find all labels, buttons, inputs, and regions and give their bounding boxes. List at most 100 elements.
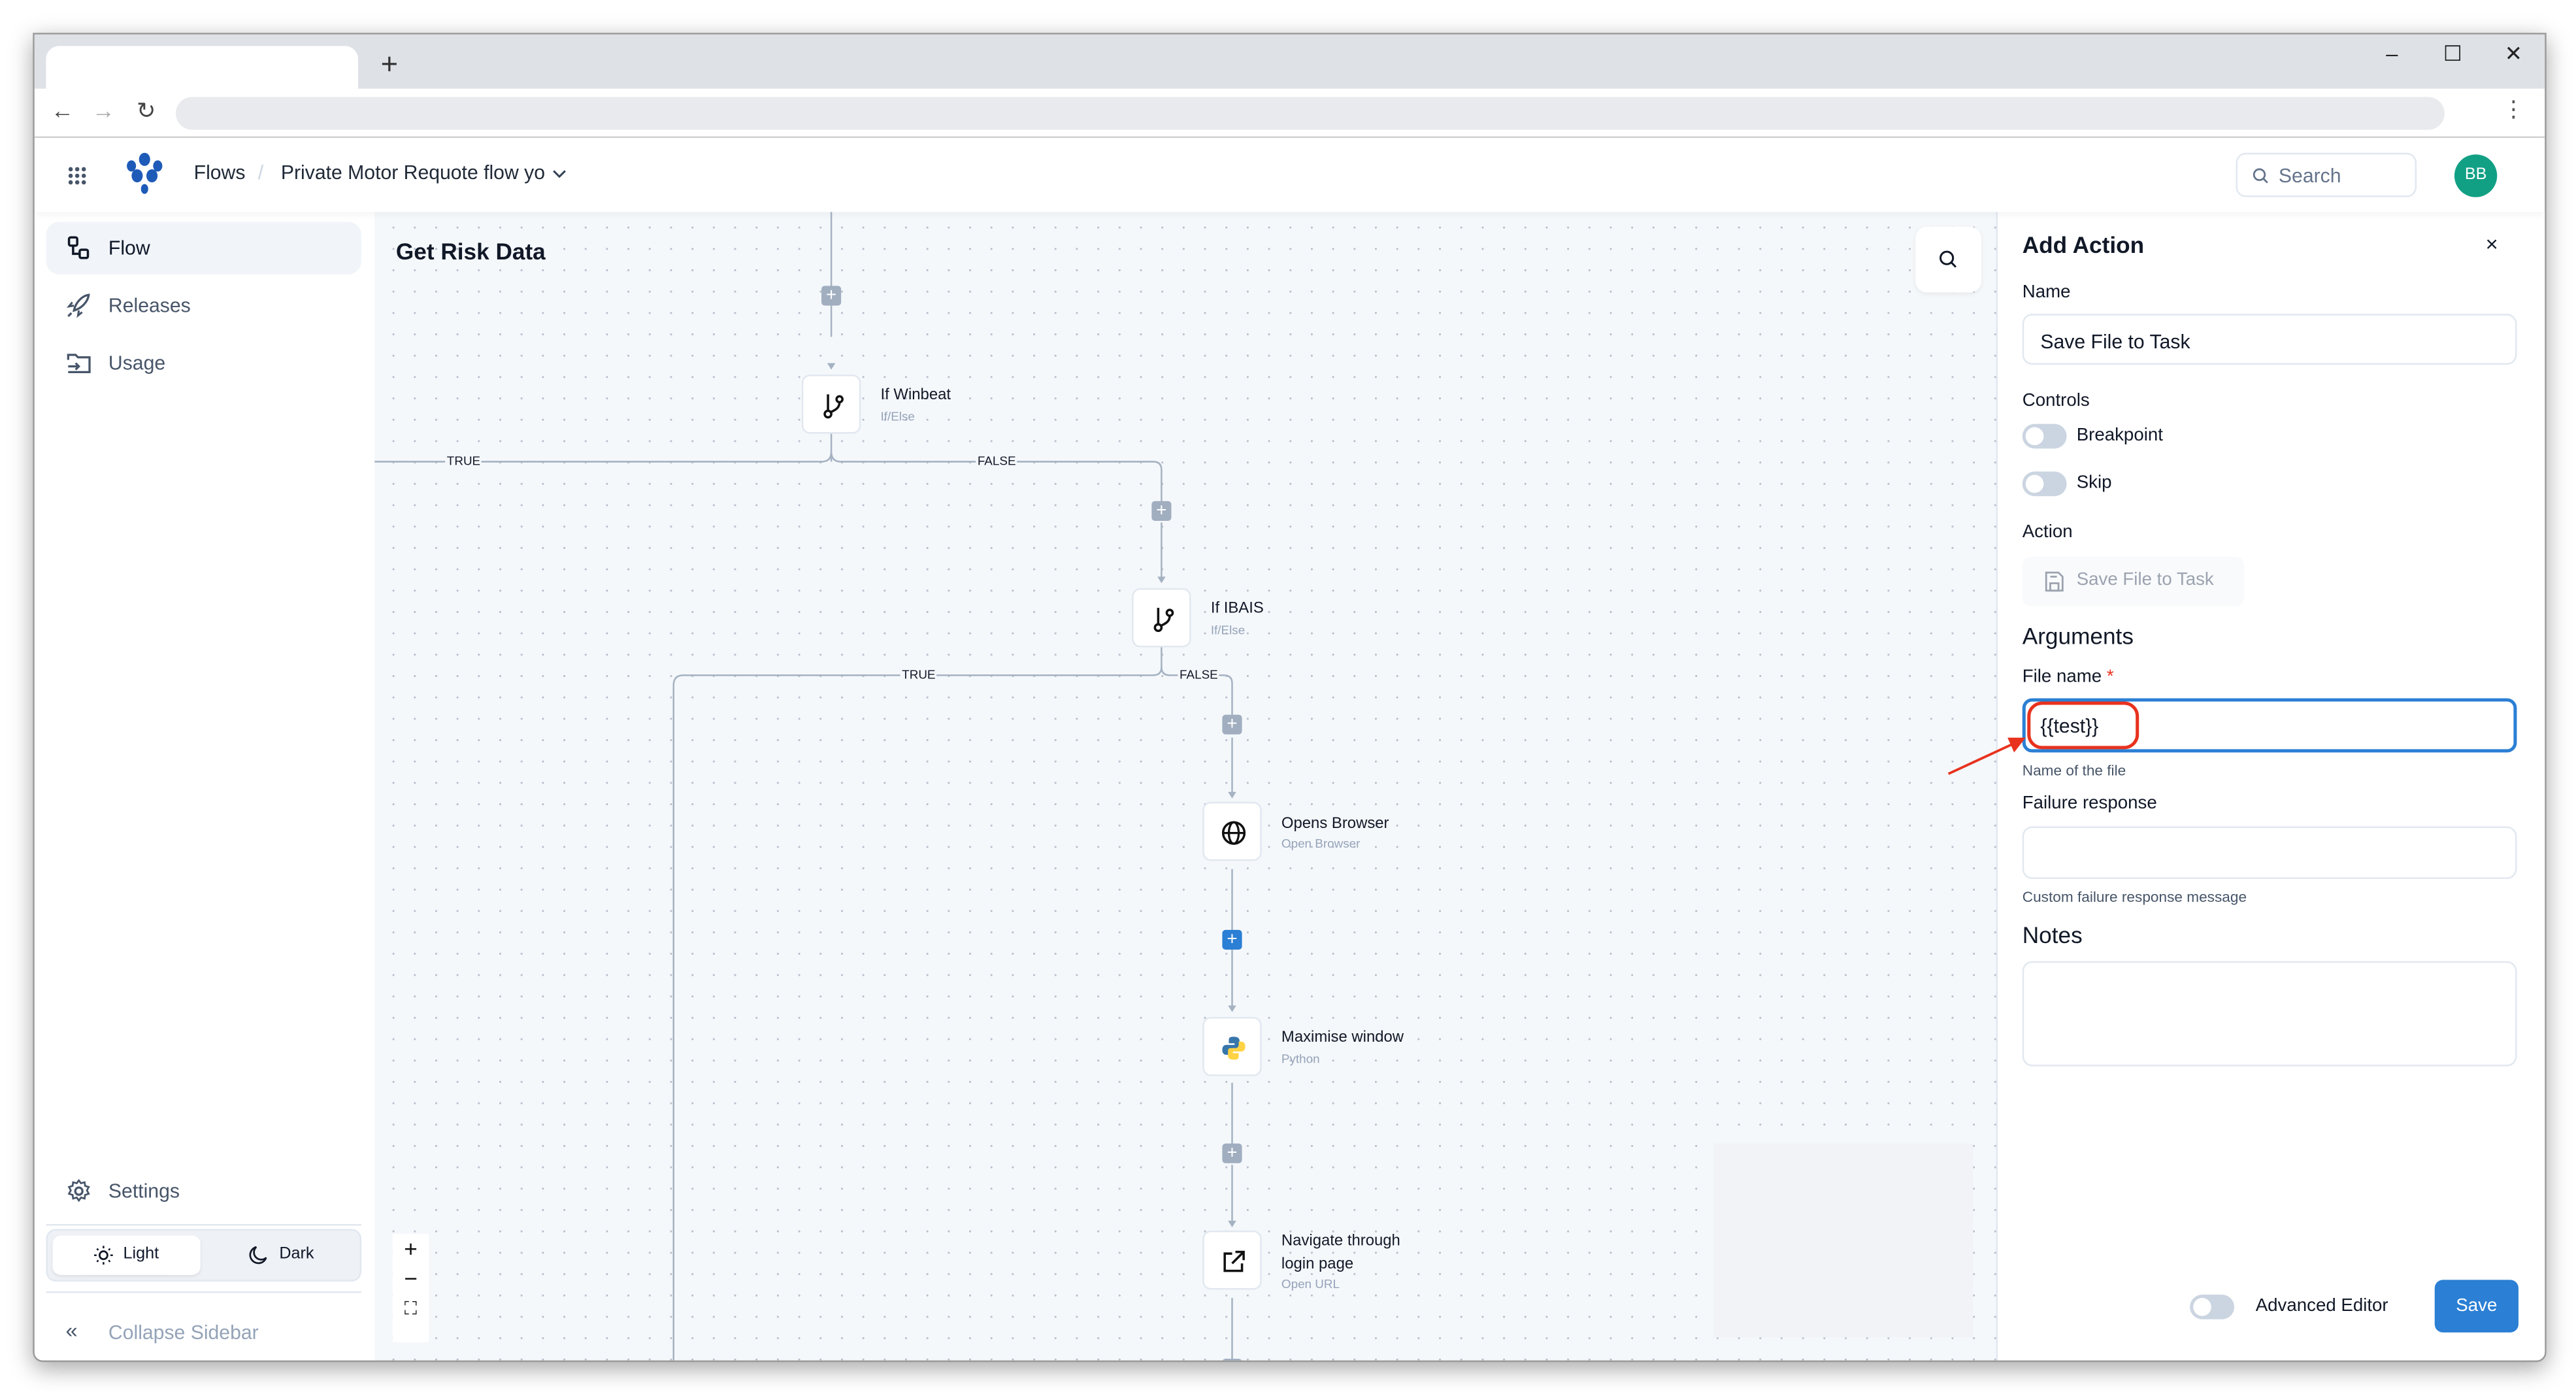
theme-dark-button[interactable]: Dark	[208, 1236, 356, 1275]
search-placeholder: Search	[2278, 164, 2341, 188]
advanced-editor-label: Advanced Editor	[2255, 1296, 2388, 1316]
sidebar-item-usage[interactable]: Usage	[46, 337, 361, 389]
back-button[interactable]: ←	[49, 97, 75, 123]
breadcrumb-flows[interactable]: Flows	[194, 161, 246, 184]
flow-title[interactable]: Private Motor Requote flow yo	[281, 161, 545, 184]
node-title: If Winbeat	[880, 386, 951, 405]
chevron-down-icon[interactable]	[552, 169, 567, 179]
flow-node-maximise-window[interactable]	[1202, 1017, 1262, 1076]
sidebar-item-settings[interactable]: Settings	[46, 1165, 361, 1217]
node-subtitle: Python	[1281, 1051, 1320, 1067]
breakpoint-toggle[interactable]	[2022, 423, 2067, 449]
sidebar-divider	[46, 1291, 362, 1293]
flow-node-navigate-login[interactable]	[1202, 1230, 1262, 1290]
minimize-button[interactable]: –	[2375, 41, 2408, 66]
node-subtitle: Open URL	[1281, 1276, 1340, 1292]
skip-toggle[interactable]	[2022, 471, 2067, 497]
add-step-button-active[interactable]: +	[1222, 929, 1242, 950]
python-icon	[1222, 1036, 1246, 1060]
theme-toggle: Light Dark	[46, 1229, 362, 1282]
add-step-button[interactable]: +	[1222, 1143, 1242, 1163]
save-button[interactable]: Save	[2434, 1280, 2518, 1333]
search-input[interactable]: Search	[2236, 152, 2417, 197]
moon-icon	[249, 1246, 267, 1265]
edge-label-false: FALSE	[976, 453, 1018, 469]
required-marker: *	[2106, 667, 2114, 687]
globe-icon	[1221, 821, 1246, 845]
collapse-sidebar-button[interactable]: « Collapse Sidebar	[46, 1306, 361, 1359]
rocket-icon	[66, 293, 90, 318]
add-step-button[interactable]: +	[821, 286, 842, 306]
add-step-button[interactable]: +	[1222, 1359, 1242, 1361]
save-file-icon	[2045, 571, 2064, 592]
action-label: Action	[2022, 522, 2073, 542]
notes-textarea[interactable]	[2022, 961, 2517, 1067]
breakpoint-label: Breakpoint	[2076, 425, 2163, 446]
name-input[interactable]: Save File to Task	[2022, 314, 2517, 365]
forward-button[interactable]: →	[90, 97, 116, 123]
browser-tab[interactable]	[46, 46, 359, 89]
theme-dark-label: Dark	[279, 1245, 314, 1264]
address-bar[interactable]	[175, 97, 2445, 130]
sidebar-item-flow[interactable]: Flow	[46, 222, 362, 274]
action-selector[interactable]: Save File to Task	[2022, 557, 2245, 606]
name-input-value: Save File to Task	[2040, 330, 2190, 354]
breadcrumb-separator: /	[257, 161, 264, 184]
close-panel-button[interactable]: ×	[2486, 231, 2498, 256]
failure-response-input[interactable]	[2022, 826, 2517, 879]
add-action-panel: Add Action × Name Save File to Task Cont…	[1996, 212, 2545, 1361]
edge-label-true: TRUE	[445, 453, 482, 469]
sidebar-divider	[46, 1223, 362, 1226]
branch-icon	[1153, 608, 1174, 633]
sidebar-item-releases[interactable]: Releases	[46, 279, 361, 331]
collapse-sidebar-label: Collapse Sidebar	[108, 1321, 259, 1344]
new-tab-button[interactable]: +	[376, 48, 403, 82]
add-step-button[interactable]: +	[1151, 501, 1172, 521]
user-avatar[interactable]: BB	[2454, 154, 2498, 197]
tab-bar: + – ☐ ✕	[34, 34, 2545, 89]
chevrons-left-icon: «	[65, 1317, 78, 1342]
theme-light-button[interactable]: Light	[52, 1235, 201, 1275]
sidebar: Flow Releases Usage Settings Light Dark	[34, 212, 376, 1361]
theme-light-label: Light	[123, 1245, 159, 1264]
node-title: Maximise window	[1281, 1028, 1404, 1047]
address-row: ← → ↻ ⋮	[34, 88, 2545, 139]
node-title: Navigate through login page	[1281, 1232, 1400, 1274]
maximize-button[interactable]: ☐	[2436, 41, 2469, 67]
flow-canvas[interactable]: Get Risk Data TRUE FALSE TRUE FALSE + + …	[374, 212, 1996, 1361]
flow-icon	[67, 236, 90, 259]
annotation-arrow	[1947, 737, 2026, 775]
add-step-button[interactable]: +	[1222, 714, 1242, 735]
canvas-search-button[interactable]	[1915, 226, 1981, 293]
flow-node-if-ibais[interactable]	[1132, 588, 1191, 648]
arguments-heading: Arguments	[2022, 622, 2134, 650]
edge-label-true: TRUE	[900, 667, 938, 682]
external-link-icon	[1223, 1250, 1245, 1272]
flow-node-if-winbeat[interactable]	[801, 374, 861, 434]
canvas-title: Get Risk Data	[395, 238, 546, 265]
node-subtitle: Open Browser	[1281, 836, 1361, 852]
branch-icon	[823, 394, 844, 419]
zoom-controls: + − ⛶	[392, 1234, 429, 1342]
edge-label-false: FALSE	[1178, 667, 1220, 682]
app-header: Flows / Private Motor Requote flow yo Se…	[34, 138, 2545, 212]
close-window-button[interactable]: ✕	[2497, 41, 2530, 67]
app-grid-icon[interactable]	[67, 166, 87, 186]
fit-view-button[interactable]: ⛶	[393, 1300, 429, 1321]
skip-label: Skip	[2076, 473, 2112, 493]
zoom-in-button[interactable]: +	[393, 1236, 429, 1262]
sidebar-item-label: Settings	[108, 1180, 180, 1203]
browser-menu-button[interactable]: ⋮	[2502, 95, 2525, 124]
search-icon	[2253, 168, 2268, 184]
advanced-editor-toggle[interactable]	[2190, 1295, 2235, 1319]
zoom-out-button[interactable]: −	[393, 1265, 429, 1291]
brand-logo-icon[interactable]	[125, 152, 164, 195]
sidebar-item-label: Flow	[108, 237, 150, 260]
controls-label: Controls	[2022, 391, 2090, 411]
panel-title: Add Action	[2022, 231, 2145, 258]
reload-button[interactable]: ↻	[133, 97, 159, 125]
minimap[interactable]	[1713, 1143, 1973, 1338]
sun-icon	[94, 1246, 113, 1265]
notes-heading: Notes	[2022, 921, 2083, 948]
flow-node-opens-browser[interactable]	[1202, 801, 1262, 861]
